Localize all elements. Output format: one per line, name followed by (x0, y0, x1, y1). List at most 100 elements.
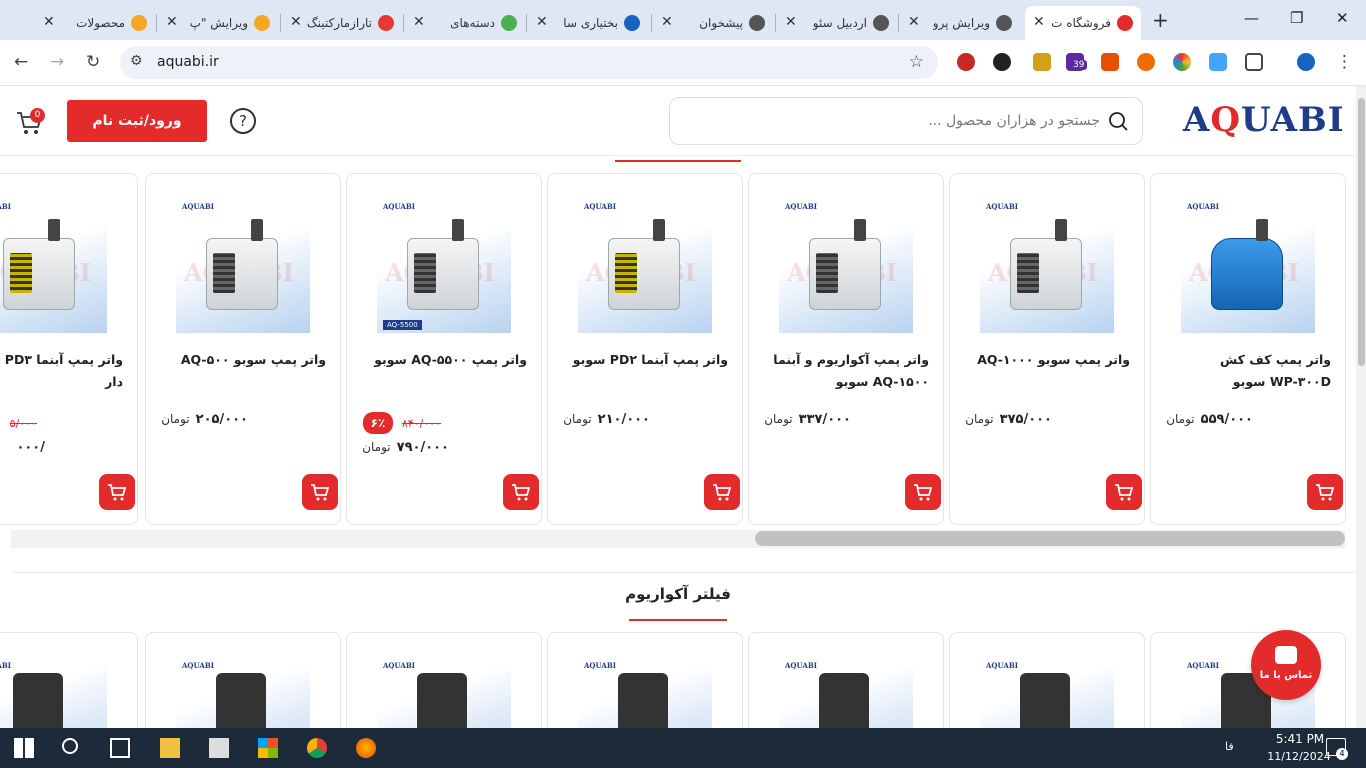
new-tab-button[interactable]: + (1152, 8, 1169, 32)
browser-tab[interactable]: بختیاری سا ✕ (528, 6, 648, 40)
add-to-cart-button[interactable] (99, 474, 135, 510)
product-image[interactable]: AQUABIAQUABI (578, 196, 712, 333)
bookmark-star-icon[interactable]: ☆ (909, 52, 924, 72)
carousel-scrollbar-thumb[interactable] (755, 531, 1345, 546)
product-image[interactable]: AQUABIAQUABI (176, 196, 310, 333)
product-card[interactable]: AQUABIAQUABI واتر پمپ کف کش WP-۳۰۰D سوبو ۵… (1150, 173, 1346, 525)
product-card[interactable]: AQUABIAQUABI واتر پمپ سوبو AQ-۱۰۰۰ ۳۷۵/۰۰۰… (949, 173, 1145, 525)
windows-start-icon[interactable] (14, 738, 34, 758)
mail-icon[interactable] (209, 738, 229, 758)
browser-tab[interactable]: ویرایش پرو ✕ (900, 6, 1020, 40)
clock-date[interactable]: 11/12/2024 (1264, 750, 1334, 763)
browser-tab[interactable]: فروشگاه ت ✕ (1025, 6, 1141, 40)
product-image[interactable]: AQUABI (176, 655, 310, 731)
extension-percent-icon[interactable] (1101, 53, 1119, 71)
product-name[interactable]: واتر پمپ سوبو AQ-۱۰۰۰ (960, 349, 1130, 371)
product-card[interactable]: AQUABIAQUABIAQ-5500 واتر پمپ AQ-۵۵۰۰ سوبو… (346, 173, 542, 525)
add-to-cart-button[interactable] (1307, 474, 1343, 510)
browser-tab[interactable]: اردبیل سئو ✕ (777, 6, 897, 40)
product-card[interactable]: AQUABIAQUABI واتر پمپ آکواریوم و آبنما AQ… (748, 173, 944, 525)
task-view-icon[interactable] (110, 738, 130, 758)
product-card[interactable]: AQUABI (346, 632, 542, 732)
chrome-icon[interactable] (307, 738, 327, 758)
extension-seo-icon[interactable] (957, 53, 975, 71)
add-to-cart-button[interactable] (704, 474, 740, 510)
product-card[interactable]: AQUABIAQUABI واتر پمپ آبنما PD۲ سوبو ۲۱۰/۰… (547, 173, 743, 525)
contact-us-button[interactable]: تماس با ما (1251, 630, 1321, 700)
site-logo[interactable]: AQUABI (1183, 100, 1345, 140)
product-image[interactable]: AQUABIAQUABI (980, 196, 1114, 333)
search-input[interactable] (680, 106, 1100, 136)
product-name[interactable]: واتر پمپ AQ-۵۵۰۰ سوبو (357, 349, 527, 371)
url-text[interactable]: aquabi.ir (157, 54, 219, 70)
extensions-puzzle-icon[interactable] (1245, 53, 1263, 71)
back-icon[interactable]: ← (14, 52, 28, 72)
product-card[interactable]: AQUABI (145, 632, 341, 732)
tab-close-icon[interactable]: ✕ (908, 14, 920, 30)
product-name[interactable]: واتر پمپ آکواریوم و آبنما AQ-۱۵۰۰ سوبو (759, 349, 929, 393)
help-icon[interactable]: ? (230, 108, 256, 134)
browser-tab[interactable]: ویرایش "پ ✕ (158, 6, 278, 40)
product-card[interactable]: AQUABIAQUABI واتر پمپ سوبو AQ-۵۰۰ ۲۰۵/۰۰۰ت… (145, 173, 341, 525)
extension-k-icon[interactable] (993, 53, 1011, 71)
forward-icon[interactable]: → (50, 52, 64, 72)
page-scrollbar-thumb[interactable] (1358, 98, 1365, 366)
tab-close-icon[interactable]: ✕ (290, 14, 302, 30)
product-name[interactable]: واتر پمپ سوبو AQ-۵۰۰ (156, 349, 326, 371)
close-window-button[interactable]: ✕ (1336, 9, 1349, 27)
tab-close-icon[interactable]: ✕ (413, 14, 425, 30)
browser-tab[interactable]: محصولات ✕ (35, 6, 155, 40)
product-card[interactable]: AQUABI (547, 632, 743, 732)
reload-icon[interactable]: ↻ (86, 52, 100, 72)
product-image[interactable]: AQUABIAQUABI (0, 196, 107, 333)
product-image[interactable]: AQUABIAQUABI (1181, 196, 1315, 333)
product-image[interactable]: AQUABI (578, 655, 712, 731)
add-to-cart-button[interactable] (1106, 474, 1142, 510)
tab-close-icon[interactable]: ✕ (661, 14, 673, 30)
language-indicator[interactable]: فا (1225, 740, 1234, 753)
file-explorer-icon[interactable] (160, 738, 180, 758)
store-icon[interactable] (258, 738, 278, 758)
product-image[interactable]: AQUABI (0, 655, 107, 731)
tab-close-icon[interactable]: ✕ (536, 14, 548, 30)
product-card[interactable]: AQUABIAQUABI واتر پمپ آبنما PD۳ سنسور دار… (0, 173, 138, 525)
cart-icon (713, 484, 732, 501)
product-name[interactable]: واتر پمپ آبنما PD۳ سنسور دار (0, 349, 123, 393)
search-icon[interactable] (1108, 111, 1128, 131)
maximize-button[interactable]: ❐ (1290, 9, 1303, 27)
extension-bag-icon[interactable] (1033, 53, 1051, 71)
product-name[interactable]: واتر پمپ آبنما PD۲ سوبو (558, 349, 728, 371)
product-image[interactable]: AQUABI (377, 655, 511, 731)
product-image[interactable]: AQUABI (779, 655, 913, 731)
search-box[interactable] (669, 97, 1143, 145)
tab-close-icon[interactable]: ✕ (43, 14, 55, 30)
add-to-cart-button[interactable] (503, 474, 539, 510)
product-name[interactable]: واتر پمپ کف کش WP-۳۰۰D سوبو (1161, 349, 1331, 393)
tab-close-icon[interactable]: ✕ (1033, 14, 1045, 30)
add-to-cart-button[interactable] (302, 474, 338, 510)
extension-person-icon[interactable] (1137, 53, 1155, 71)
clock-time[interactable]: 5:41 PM (1270, 732, 1330, 746)
login-register-button[interactable]: ورود/ثبت نام (67, 100, 207, 142)
profile-avatar[interactable] (1297, 53, 1315, 71)
tab-close-icon[interactable]: ✕ (166, 14, 178, 30)
site-info-icon[interactable]: ⚙ (130, 53, 143, 69)
browser-tab[interactable]: پیشخوان ✕ (653, 6, 773, 40)
address-bar[interactable]: ⚙ aquabi.ir ☆ (120, 46, 938, 79)
product-image[interactable]: AQUABIAQUABIAQ-5500 (377, 196, 511, 333)
product-card[interactable]: AQUABI (748, 632, 944, 732)
product-card[interactable]: AQUABI (949, 632, 1145, 732)
extension-color-icon[interactable] (1173, 53, 1191, 71)
product-image[interactable]: AQUABIAQUABI (779, 196, 913, 333)
browser-tab[interactable]: تارازمارکتینگ ✕ (282, 6, 402, 40)
browser-tab[interactable]: دسته‌های ✕ (405, 6, 525, 40)
product-image[interactable]: AQUABI (980, 655, 1114, 731)
extension-pin-icon[interactable] (1209, 53, 1227, 71)
add-to-cart-button[interactable] (905, 474, 941, 510)
product-card[interactable]: AQUABI (0, 632, 138, 732)
search-taskbar-icon[interactable] (62, 738, 78, 754)
tab-close-icon[interactable]: ✕ (785, 14, 797, 30)
firefox-icon[interactable] (356, 738, 376, 758)
minimize-button[interactable]: — (1244, 9, 1259, 27)
menu-kebab-icon[interactable]: ⋮ (1336, 52, 1353, 72)
